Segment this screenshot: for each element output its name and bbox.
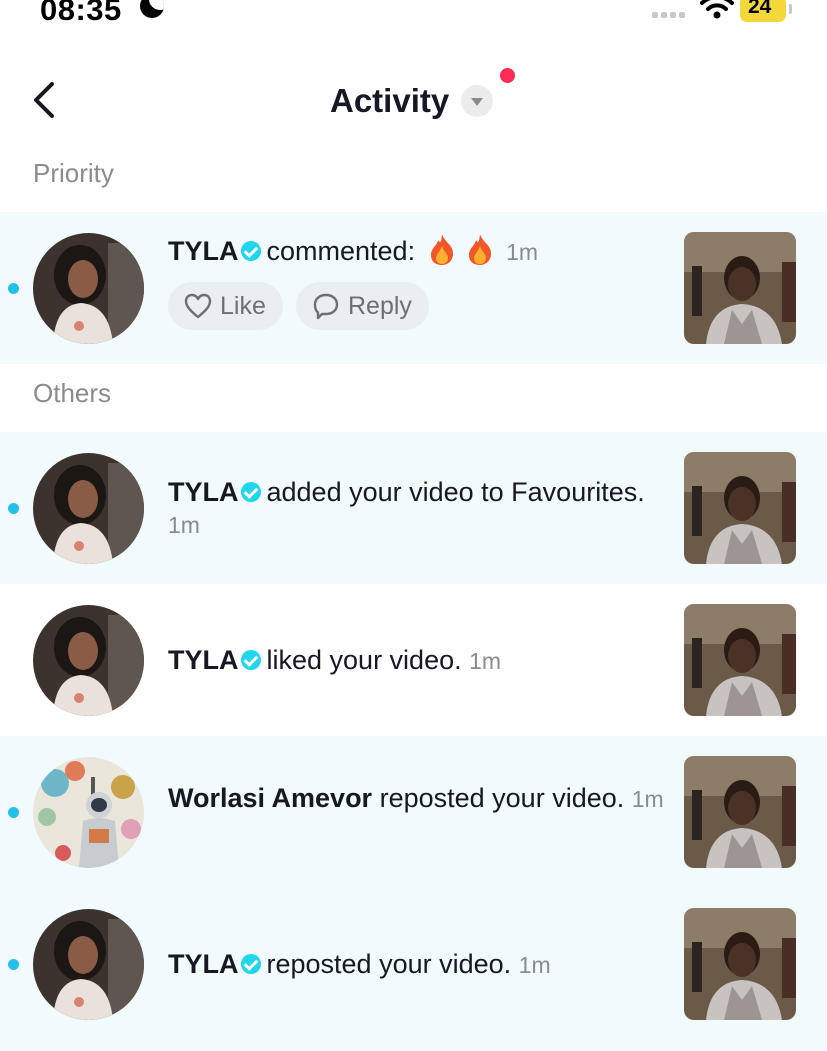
title-selector[interactable]: Activity — [330, 82, 494, 120]
reply-button[interactable]: Reply — [296, 282, 429, 330]
notification-dot — [500, 68, 515, 83]
activity-action: commented: — [266, 236, 416, 266]
activity-text: Worlasi Amevor reposted your video. 1m — [168, 782, 668, 815]
username[interactable]: TYLA — [168, 236, 239, 266]
status-bar: 08:35 24 — [0, 0, 827, 30]
fire-emoji-icon — [468, 234, 491, 265]
section-label-others: Others — [33, 378, 112, 408]
activity-row[interactable]: TYLA reposted your video. 1m — [0, 888, 827, 1051]
username[interactable]: TYLA — [168, 949, 239, 979]
avatar[interactable] — [33, 233, 144, 344]
back-icon[interactable] — [30, 80, 62, 120]
activity-row-priority[interactable]: TYLA commented: 1m Like Reply — [0, 212, 827, 364]
verified-badge-icon — [240, 482, 261, 502]
chevron-down-icon[interactable] — [461, 85, 494, 117]
activity-action: liked your video. — [266, 645, 462, 675]
battery-cap — [789, 4, 792, 14]
activity-row[interactable]: Worlasi Amevor reposted your video. 1m — [0, 736, 827, 888]
video-thumbnail[interactable] — [684, 232, 796, 344]
timestamp: 1m — [469, 648, 502, 674]
video-thumbnail[interactable] — [684, 756, 796, 868]
unread-dot — [8, 283, 19, 294]
status-time: 08:35 — [40, 0, 122, 27]
heart-icon — [184, 293, 212, 319]
section-label-priority: Priority — [33, 158, 114, 188]
avatar[interactable] — [33, 909, 144, 1020]
video-thumbnail[interactable] — [684, 604, 796, 716]
activity-action: reposted your video. — [266, 949, 512, 979]
activity-row[interactable]: TYLA added your video to Favourites. 1m — [0, 432, 827, 584]
unread-dot — [8, 959, 19, 970]
video-thumbnail[interactable] — [684, 452, 796, 564]
activity-text: TYLA reposted your video. 1m — [168, 948, 668, 981]
reply-label: Reply — [348, 291, 412, 320]
avatar[interactable] — [33, 605, 144, 716]
comment-icon — [313, 293, 339, 320]
username[interactable]: TYLA — [168, 645, 239, 675]
battery-level: 24 — [748, 0, 772, 18]
verified-badge-icon — [240, 954, 261, 974]
timestamp: 1m — [631, 786, 664, 812]
page-title[interactable]: Activity — [330, 82, 449, 120]
activity-text: TYLA liked your video. 1m — [168, 644, 668, 677]
verified-badge-icon — [240, 241, 261, 261]
header: Activity — [0, 60, 827, 140]
avatar[interactable] — [33, 453, 144, 564]
battery-icon: 24 — [740, 0, 786, 22]
fire-emoji-icon — [430, 234, 453, 265]
video-thumbnail[interactable] — [684, 908, 796, 1020]
timestamp: 1m — [506, 239, 539, 265]
like-button[interactable]: Like — [168, 282, 283, 330]
unread-dot — [8, 807, 19, 818]
activity-action: reposted your video. — [379, 783, 625, 813]
cellular-signal-icon — [652, 12, 685, 18]
wifi-icon — [700, 0, 734, 19]
username[interactable]: Worlasi Amevor — [168, 783, 372, 813]
verified-badge-icon — [240, 650, 261, 670]
moon-icon — [140, 0, 164, 18]
unread-dot — [8, 503, 19, 514]
activity-action: added your video to Favourites. — [266, 477, 645, 507]
timestamp: 1m — [168, 512, 200, 538]
activity-row[interactable]: TYLA liked your video. 1m — [0, 584, 827, 736]
username[interactable]: TYLA — [168, 477, 239, 507]
timestamp: 1m — [518, 952, 551, 978]
like-label: Like — [220, 291, 266, 320]
avatar[interactable] — [33, 757, 144, 868]
activity-text: TYLA commented: 1m — [168, 232, 668, 268]
activity-text: TYLA added your video to Favourites. 1m — [168, 476, 668, 541]
